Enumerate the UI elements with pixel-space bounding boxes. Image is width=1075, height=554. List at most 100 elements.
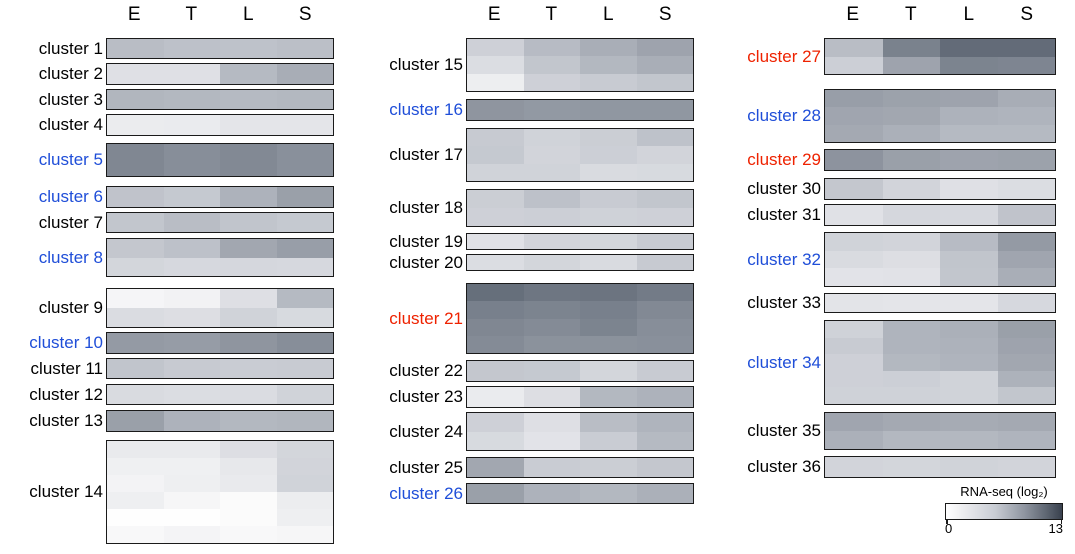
heatmap-cell-e xyxy=(825,107,883,125)
cluster-label-cluster-32: cluster 32 xyxy=(747,249,821,269)
cluster-row: cluster 1 xyxy=(8,38,334,59)
heatmap-row xyxy=(467,301,693,319)
heatmap-row xyxy=(825,370,1055,388)
heatmap-cell-e xyxy=(825,179,883,199)
column-header-s: S xyxy=(1020,4,1034,25)
column-header-l: L xyxy=(963,4,975,25)
heatmap-cell-s xyxy=(997,205,1055,225)
heatmap-cell-e xyxy=(107,289,164,308)
heatmap-cluster-2 xyxy=(106,63,334,85)
heatmap-row xyxy=(107,526,333,543)
heatmap-cell-e xyxy=(825,39,883,57)
heatmap-cell-e xyxy=(825,56,883,74)
heatmap-cell-s xyxy=(997,90,1055,108)
cluster-label-cluster-15: cluster 15 xyxy=(389,55,463,74)
heatmap-cell-l xyxy=(580,56,637,74)
cluster-row: cluster 20 xyxy=(368,253,694,272)
heatmap-cell-t xyxy=(882,150,940,170)
cluster-label-cluster-11: cluster 11 xyxy=(30,358,103,378)
heatmap-row xyxy=(467,284,693,302)
heatmap-row xyxy=(467,318,693,336)
heatmap-row xyxy=(467,234,693,249)
heatmap-cell-t xyxy=(523,56,580,74)
heatmap-cell-e xyxy=(467,73,524,91)
heatmap-cell-e xyxy=(107,458,164,475)
heatmap-cell-e xyxy=(107,144,164,176)
heatmap-cell-e xyxy=(825,268,883,287)
heatmap-cluster-6 xyxy=(106,186,334,208)
heatmap-cell-e xyxy=(107,308,164,327)
heatmap-cell-t xyxy=(163,509,220,526)
heatmap-cell-l xyxy=(580,129,637,147)
heatmap-row xyxy=(467,431,693,450)
heatmap-cluster-36 xyxy=(824,456,1056,478)
heatmap-cell-t xyxy=(163,526,220,543)
heatmap-cell-t xyxy=(523,234,580,249)
column-headers-panel-3: ETLS xyxy=(824,4,1056,30)
heatmap-cell-t xyxy=(882,354,940,371)
heatmap-cell-t xyxy=(523,361,580,381)
heatmap-cell-t xyxy=(523,484,580,503)
heatmap-row xyxy=(467,39,693,57)
heatmap-cell-s xyxy=(276,385,333,404)
heatmap-cluster-35 xyxy=(824,412,1056,450)
heatmap-cluster-8 xyxy=(106,238,334,277)
cluster-row: cluster 34 xyxy=(726,320,1056,405)
heatmap-cell-e xyxy=(467,39,524,57)
cluster-label-cluster-14: cluster 14 xyxy=(29,482,103,501)
heatmap-cluster-20 xyxy=(466,254,694,271)
heatmap-cell-l xyxy=(220,187,277,207)
heatmap-cell-l xyxy=(580,208,637,226)
heatmap-cell-s xyxy=(636,234,693,249)
heatmap-row xyxy=(467,484,693,503)
heatmap-cluster-4 xyxy=(106,114,334,136)
heatmap-cell-l xyxy=(940,90,998,108)
heatmap-cell-s xyxy=(276,39,333,58)
cluster-label-cluster-18: cluster 18 xyxy=(389,198,463,217)
column-header-t: T xyxy=(904,4,918,25)
cluster-row: cluster 27 xyxy=(726,38,1056,75)
legend-max-label: 13 xyxy=(1048,521,1063,536)
heatmap-cell-l xyxy=(220,385,277,404)
heatmap-cluster-11 xyxy=(106,358,334,379)
heatmap-cell-s xyxy=(636,73,693,91)
column-header-s: S xyxy=(298,4,313,25)
heatmap-row xyxy=(107,333,333,353)
heatmap-cell-l xyxy=(940,413,998,431)
heatmap-cell-s xyxy=(636,100,693,120)
heatmap-cell-s xyxy=(276,411,333,431)
heatmap-row xyxy=(107,385,333,404)
heatmap-cell-e xyxy=(825,124,883,142)
cluster-row: cluster 28 xyxy=(726,89,1056,143)
cluster-row: cluster 32 xyxy=(726,232,1056,287)
heatmap-cell-s xyxy=(636,318,693,336)
heatmap-cell-t xyxy=(882,321,940,338)
heatmap-cell-t xyxy=(523,73,580,91)
heatmap-cell-s xyxy=(636,284,693,302)
cluster-label-cluster-26: cluster 26 xyxy=(389,483,463,503)
cluster-row: cluster 30 xyxy=(726,178,1056,200)
heatmap-cell-e xyxy=(467,163,524,181)
heatmap-cell-t xyxy=(163,213,220,232)
heatmap-cell-t xyxy=(163,289,220,308)
cluster-row: cluster 21 xyxy=(368,283,694,354)
heatmap-cell-s xyxy=(636,163,693,181)
heatmap-cluster-21 xyxy=(466,283,694,354)
heatmap-cell-e xyxy=(825,321,883,338)
heatmap-row xyxy=(825,387,1055,404)
heatmap-row xyxy=(825,268,1055,287)
heatmap-row xyxy=(825,457,1055,477)
heatmap-cell-e xyxy=(467,56,524,74)
heatmap-cell-s xyxy=(997,250,1055,269)
heatmap-cell-t xyxy=(523,100,580,120)
heatmap-cluster-26 xyxy=(466,483,694,504)
heatmap-cell-t xyxy=(882,268,940,287)
heatmap-cell-s xyxy=(997,124,1055,142)
heatmap-cell-l xyxy=(220,308,277,327)
heatmap-cell-t xyxy=(882,370,940,388)
heatmap-cell-e xyxy=(107,239,164,258)
cluster-heatmap-figure: E T L Scluster 1 cluster 2 cluster 3 cluster 4… xyxy=(0,0,1075,554)
heatmap-cell-e xyxy=(107,64,164,84)
heatmap-cluster-24 xyxy=(466,412,694,451)
heatmap-cell-t xyxy=(523,335,580,353)
